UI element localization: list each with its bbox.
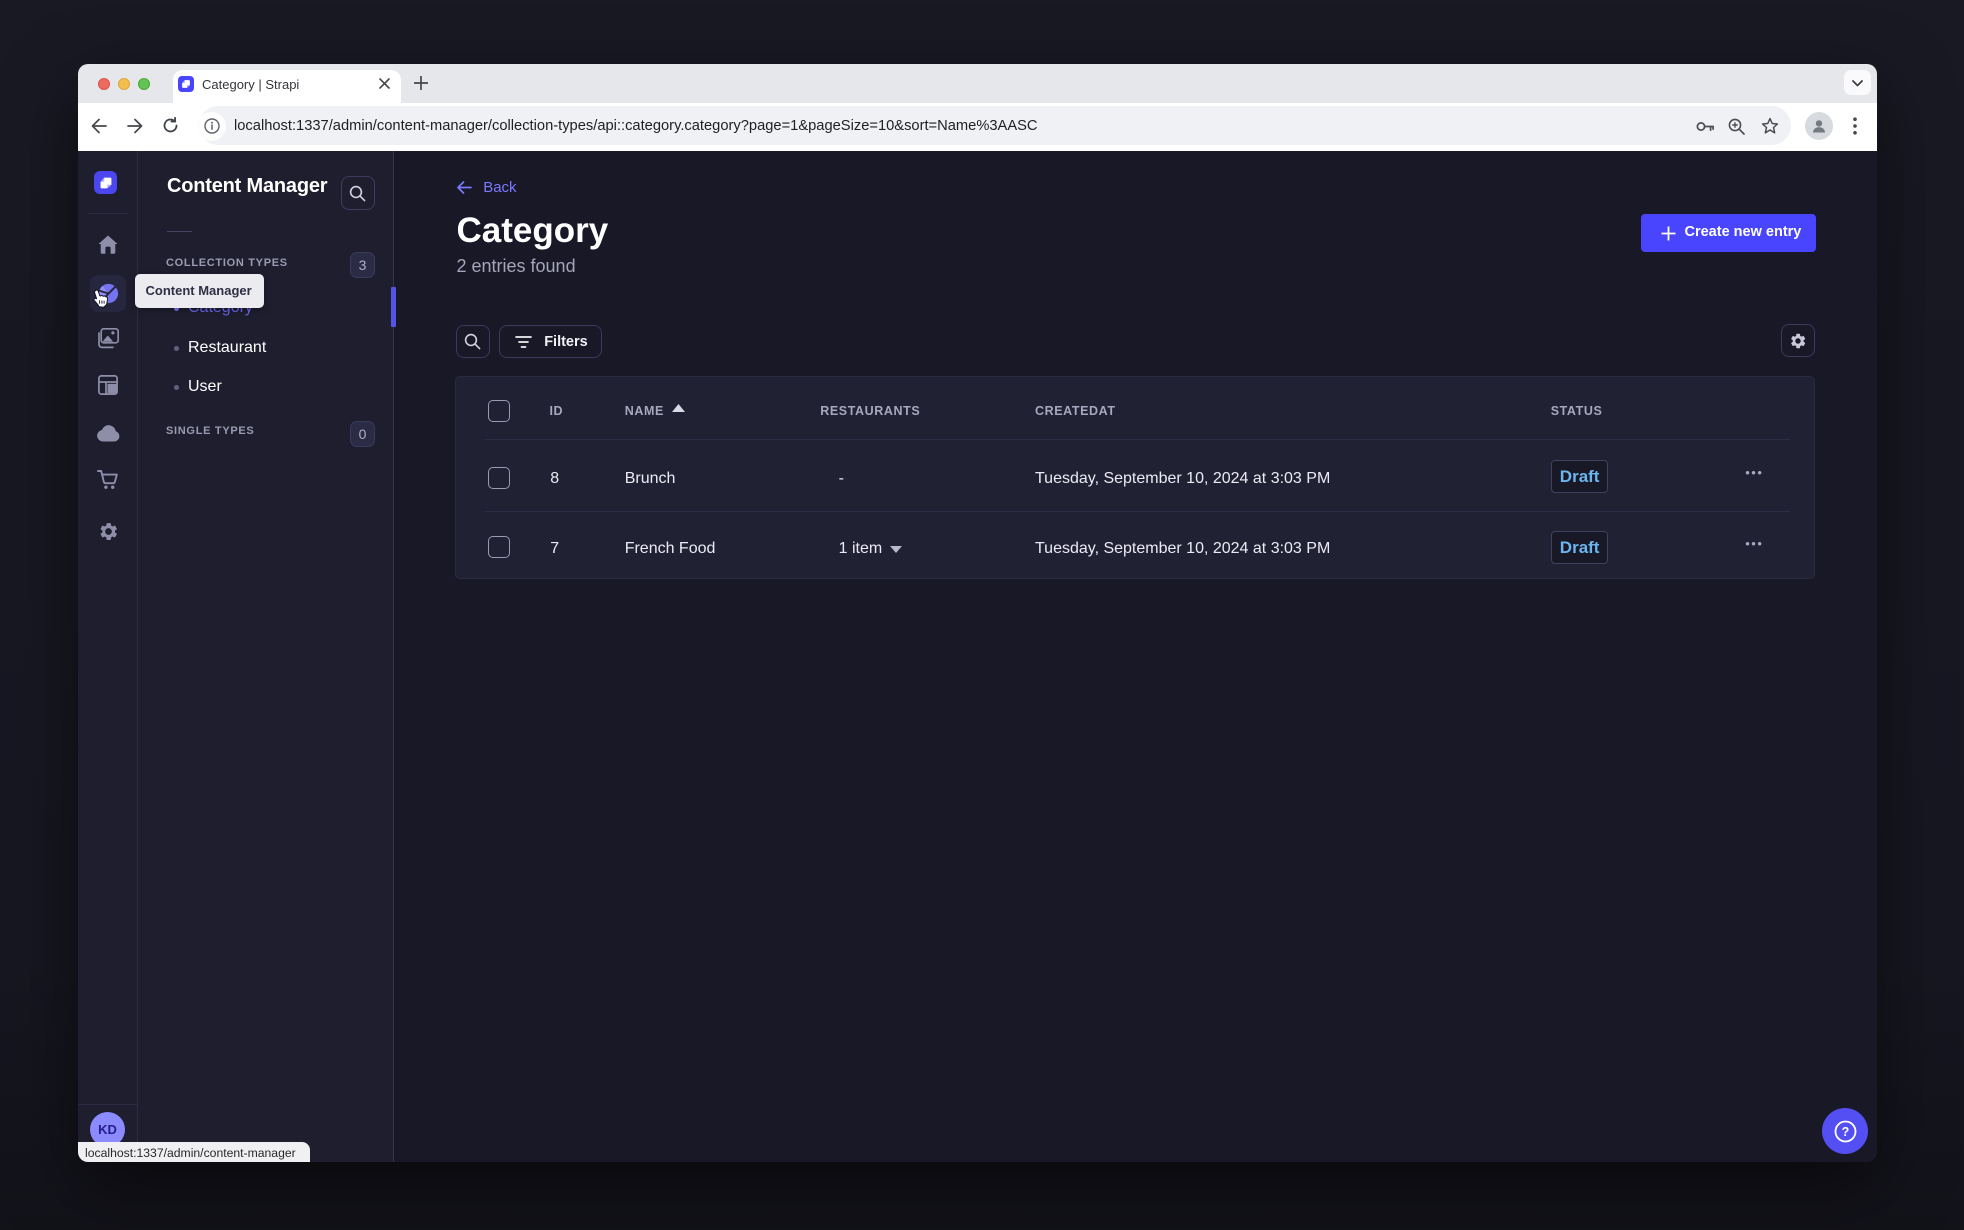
svg-text:?: ? <box>1841 1125 1849 1139</box>
